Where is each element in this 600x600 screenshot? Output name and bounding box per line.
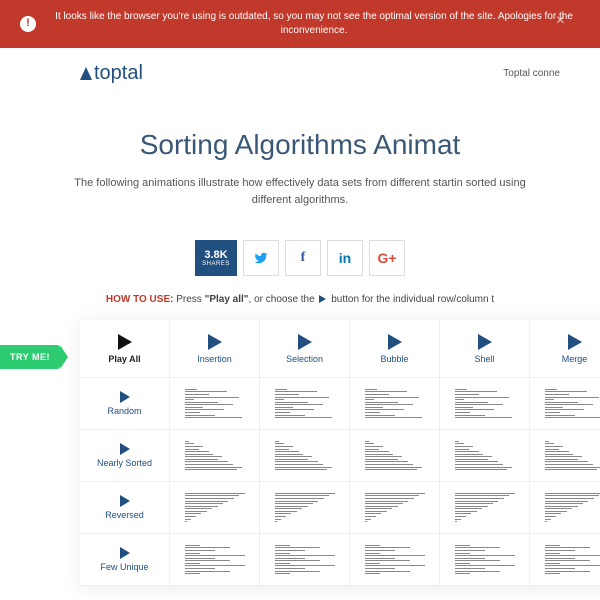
- bars-icon: [545, 438, 600, 473]
- bars-icon: [275, 490, 335, 525]
- row-nearly-sorted-button[interactable]: Nearly Sorted: [80, 430, 170, 482]
- animation-grid: Play All Insertion Selection Bubble Shel…: [80, 320, 600, 586]
- share-twitter-button[interactable]: [243, 240, 279, 276]
- share-count-label: SHARES: [202, 261, 230, 267]
- anim-reversed-insertion[interactable]: [170, 482, 260, 534]
- bars-icon: [455, 386, 515, 421]
- bars-icon: [185, 490, 245, 525]
- share-linkedin-button[interactable]: in: [327, 240, 363, 276]
- share-bar: 3.8K SHARES f in G+: [0, 240, 600, 276]
- bars-icon: [365, 438, 425, 473]
- anim-few-insertion[interactable]: [170, 534, 260, 586]
- row-random-button[interactable]: Random: [80, 378, 170, 430]
- column-merge-button[interactable]: Merge: [530, 320, 600, 378]
- page-subtitle: The following animations illustrate how …: [70, 175, 530, 208]
- play-all-label: Play All: [108, 354, 140, 364]
- bars-icon: [455, 438, 515, 473]
- toptal-logo[interactable]: toptal: [80, 62, 143, 85]
- share-count-number: 3.8K: [204, 249, 227, 261]
- alert-message: It looks like the browser you're using i…: [48, 10, 580, 38]
- anim-reversed-bubble[interactable]: [350, 482, 440, 534]
- close-icon[interactable]: ×: [556, 10, 565, 32]
- play-icon: [118, 334, 132, 350]
- googleplus-icon: G+: [377, 250, 396, 266]
- anim-random-bubble[interactable]: [350, 378, 440, 430]
- play-icon: [568, 334, 582, 350]
- play-icon: [120, 495, 130, 507]
- anim-reversed-merge[interactable]: [530, 482, 600, 534]
- share-facebook-button[interactable]: f: [285, 240, 321, 276]
- play-icon: [319, 295, 326, 303]
- bars-icon: [545, 490, 600, 525]
- play-icon: [120, 547, 130, 559]
- play-icon: [388, 334, 402, 350]
- page-title: Sorting Algorithms Animat: [40, 129, 560, 161]
- bars-icon: [185, 386, 245, 421]
- share-count-box: 3.8K SHARES: [195, 240, 237, 276]
- column-shell-button[interactable]: Shell: [440, 320, 530, 378]
- anim-nearly-selection[interactable]: [260, 430, 350, 482]
- outdated-browser-alert: ! It looks like the browser you're using…: [0, 0, 600, 48]
- anim-reversed-shell[interactable]: [440, 482, 530, 534]
- anim-random-insertion[interactable]: [170, 378, 260, 430]
- anim-reversed-selection[interactable]: [260, 482, 350, 534]
- bars-icon: [185, 438, 245, 473]
- anim-nearly-shell[interactable]: [440, 430, 530, 482]
- anim-nearly-insertion[interactable]: [170, 430, 260, 482]
- play-icon: [298, 334, 312, 350]
- anim-few-shell[interactable]: [440, 534, 530, 586]
- howto-prefix: HOW TO USE:: [106, 294, 174, 305]
- column-bubble-button[interactable]: Bubble: [350, 320, 440, 378]
- play-all-button[interactable]: Play All: [80, 320, 170, 378]
- anim-random-shell[interactable]: [440, 378, 530, 430]
- column-selection-button[interactable]: Selection: [260, 320, 350, 378]
- bars-icon: [365, 490, 425, 525]
- try-me-badge[interactable]: TRY ME!: [0, 345, 60, 369]
- bars-icon: [275, 542, 335, 577]
- bars-icon: [275, 438, 335, 473]
- play-icon: [208, 334, 222, 350]
- anim-few-selection[interactable]: [260, 534, 350, 586]
- share-googleplus-button[interactable]: G+: [369, 240, 405, 276]
- bars-icon: [365, 542, 425, 577]
- anim-random-selection[interactable]: [260, 378, 350, 430]
- logo-triangle-icon: [80, 67, 92, 80]
- anim-nearly-merge[interactable]: [530, 430, 600, 482]
- column-insertion-button[interactable]: Insertion: [170, 320, 260, 378]
- anim-few-merge[interactable]: [530, 534, 600, 586]
- bars-icon: [545, 386, 600, 421]
- tagline-text: Toptal conne: [503, 68, 560, 79]
- anim-random-merge[interactable]: [530, 378, 600, 430]
- twitter-icon: [254, 251, 268, 265]
- bars-icon: [545, 542, 600, 577]
- linkedin-icon: in: [339, 250, 351, 266]
- play-icon: [120, 391, 130, 403]
- bars-icon: [185, 542, 245, 577]
- row-reversed-button[interactable]: Reversed: [80, 482, 170, 534]
- bars-icon: [455, 490, 515, 525]
- bars-icon: [275, 386, 335, 421]
- bars-icon: [455, 542, 515, 577]
- facebook-icon: f: [301, 250, 306, 266]
- top-bar: toptal Toptal conne: [0, 54, 600, 94]
- hero-section: Sorting Algorithms Animat The following …: [0, 94, 600, 218]
- warning-icon: !: [20, 16, 36, 32]
- play-icon: [120, 443, 130, 455]
- play-icon: [478, 334, 492, 350]
- how-to-use-text: HOW TO USE: Press "Play all", or choose …: [0, 294, 600, 305]
- logo-text: toptal: [94, 62, 143, 85]
- row-few-unique-button[interactable]: Few Unique: [80, 534, 170, 586]
- anim-nearly-bubble[interactable]: [350, 430, 440, 482]
- bars-icon: [365, 386, 425, 421]
- anim-few-bubble[interactable]: [350, 534, 440, 586]
